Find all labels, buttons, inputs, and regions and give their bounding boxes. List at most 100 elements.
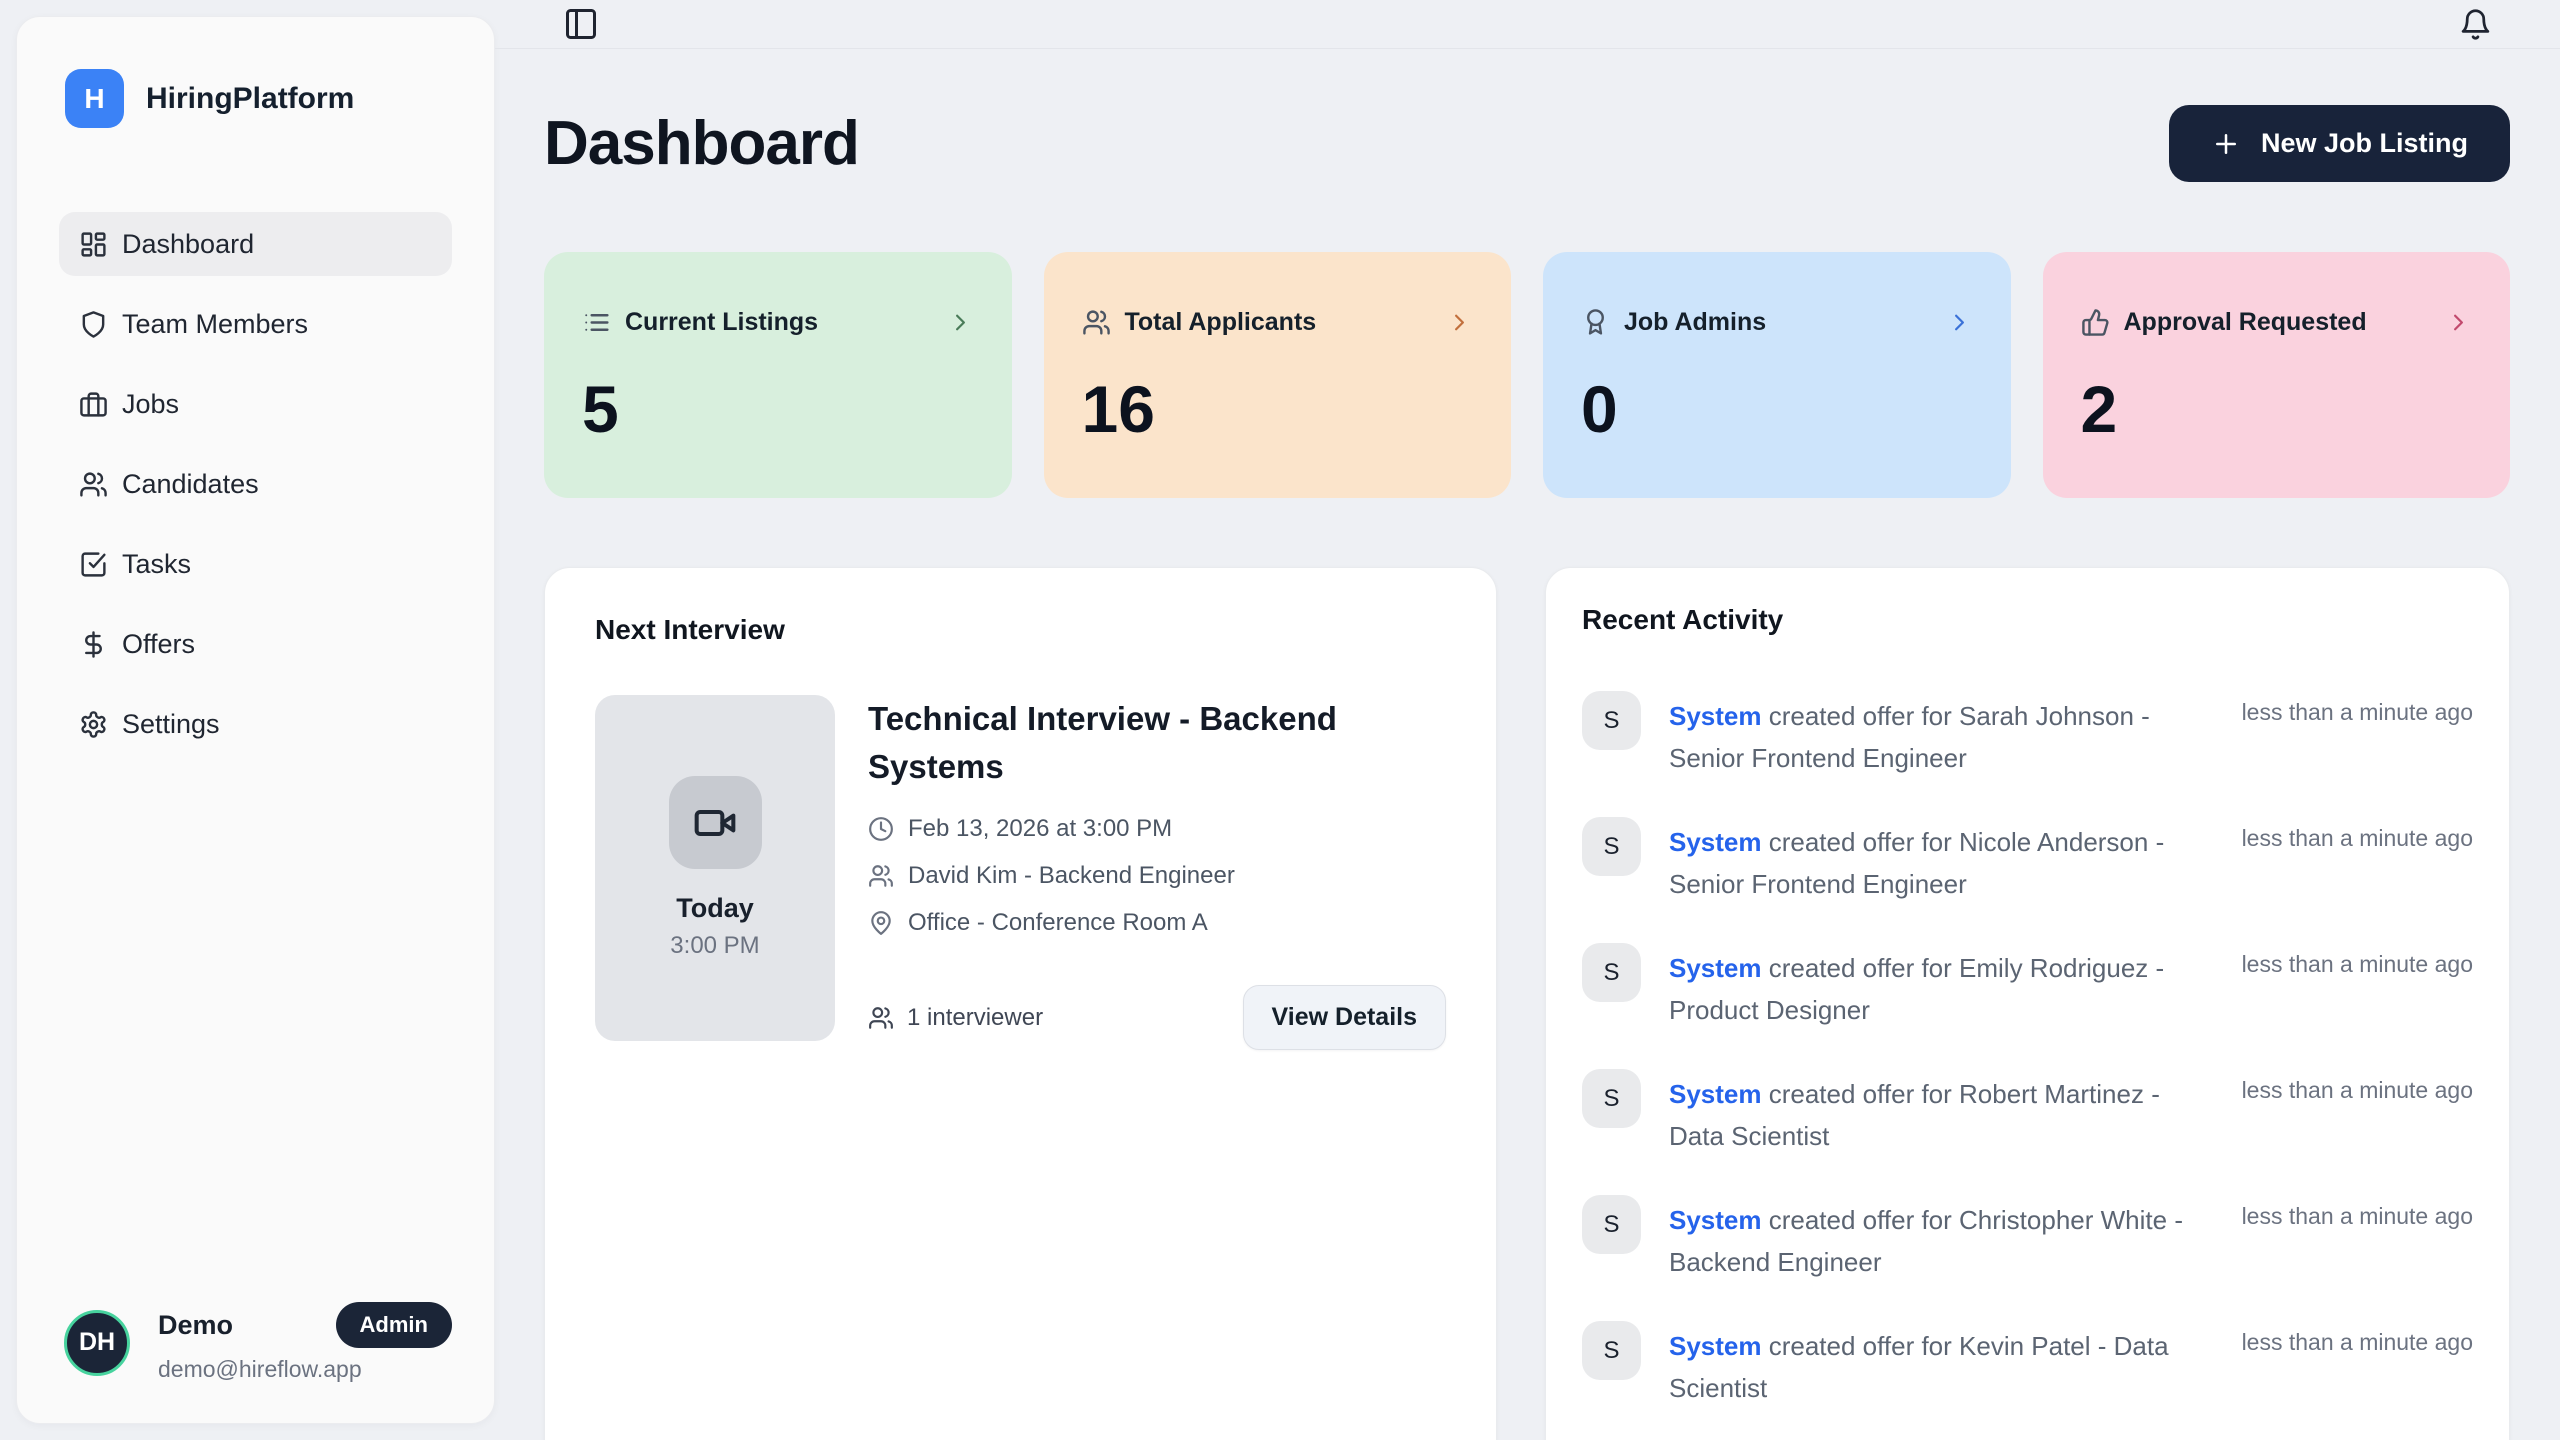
award-icon xyxy=(1581,308,1610,337)
sidebar-item-label: Settings xyxy=(122,709,220,740)
stat-value: 16 xyxy=(1082,371,1474,447)
app-logo: H xyxy=(65,69,124,128)
interview-title: Technical Interview - Backend Systems xyxy=(868,695,1446,791)
sidebar-item-offers[interactable]: Offers xyxy=(59,612,452,676)
app-logo-letter: H xyxy=(84,83,104,115)
sidebar-item-tasks[interactable]: Tasks xyxy=(59,532,452,596)
stat-label: Approval Requested xyxy=(2124,308,2367,337)
users-icon xyxy=(79,470,108,499)
sidebar-item-team-members[interactable]: Team Members xyxy=(59,292,452,356)
activity-item: S System created offer for Sarah Johnson… xyxy=(1582,691,2473,779)
sidebar-item-candidates[interactable]: Candidates xyxy=(59,452,452,516)
activity-actor[interactable]: System xyxy=(1669,1205,1762,1235)
sidebar: H HiringPlatform Dashboard Team Members … xyxy=(16,16,495,1424)
activity-item: S System created offer for Robert Martin… xyxy=(1582,1069,2473,1157)
activity-actor[interactable]: System xyxy=(1669,1331,1762,1361)
activity-actor[interactable]: System xyxy=(1669,953,1762,983)
recent-activity-title: Recent Activity xyxy=(1582,604,2473,636)
stat-card-job-admins[interactable]: Job Admins 0 xyxy=(1543,252,2011,498)
interviewer-count: 1 interviewer xyxy=(868,1004,1043,1032)
stat-card-current-listings[interactable]: Current Listings 5 xyxy=(544,252,1012,498)
sidebar-item-label: Team Members xyxy=(122,309,308,340)
users-icon xyxy=(868,1005,894,1031)
content: Dashboard New Job Listing Current Listin… xyxy=(495,49,2560,1440)
stat-value: 2 xyxy=(2081,371,2473,447)
panel-left-icon xyxy=(563,6,599,42)
interview-candidate-row: David Kim - Backend Engineer xyxy=(868,862,1446,890)
interview-datetime: Feb 13, 2026 at 3:00 PM xyxy=(908,815,1172,843)
activity-timestamp: less than a minute ago xyxy=(2242,1329,2473,1356)
main-area: Dashboard New Job Listing Current Listin… xyxy=(495,0,2560,1440)
next-interview-panel: Next Interview Today 3:00 PM Technical I… xyxy=(544,567,1497,1440)
activity-avatar: S xyxy=(1582,1195,1641,1254)
activity-actor[interactable]: System xyxy=(1669,701,1762,731)
sidebar-item-jobs[interactable]: Jobs xyxy=(59,372,452,436)
page-title: Dashboard xyxy=(544,108,859,179)
activity-avatar: S xyxy=(1582,1069,1641,1128)
activity-item: S System created offer for Nicole Anders… xyxy=(1582,817,2473,905)
activity-actor[interactable]: System xyxy=(1669,1079,1762,1109)
chevron-right-icon xyxy=(1446,309,1473,336)
role-badge: Admin xyxy=(336,1302,452,1348)
sidebar-item-label: Candidates xyxy=(122,469,259,500)
activity-avatar: S xyxy=(1582,691,1641,750)
chevron-right-icon xyxy=(2445,309,2472,336)
stat-label: Job Admins xyxy=(1624,308,1766,337)
briefcase-icon xyxy=(79,390,108,419)
interview-time: 3:00 PM xyxy=(670,932,759,960)
interview-datetime-row: Feb 13, 2026 at 3:00 PM xyxy=(868,815,1446,843)
activity-list: S System created offer for Sarah Johnson… xyxy=(1582,691,2473,1409)
sidebar-item-dashboard[interactable]: Dashboard xyxy=(59,212,452,276)
map-pin-icon xyxy=(868,910,894,936)
user-email: demo@hireflow.app xyxy=(158,1356,452,1383)
stat-card-total-applicants[interactable]: Total Applicants 16 xyxy=(1044,252,1512,498)
stats-row: Current Listings 5 Total Applicants 16 J… xyxy=(544,252,2510,498)
sidebar-item-label: Tasks xyxy=(122,549,191,580)
user-name: Demo xyxy=(158,1310,233,1341)
interview-details: Technical Interview - Backend Systems Fe… xyxy=(868,695,1446,1050)
lower-panels: Next Interview Today 3:00 PM Technical I… xyxy=(544,567,2510,1440)
sidebar-toggle-button[interactable] xyxy=(557,0,605,48)
activity-actor[interactable]: System xyxy=(1669,827,1762,857)
activity-timestamp: less than a minute ago xyxy=(2242,1077,2473,1104)
brand: H HiringPlatform xyxy=(65,69,452,128)
list-icon xyxy=(582,308,611,337)
shield-icon xyxy=(79,310,108,339)
interview-location: Office - Conference Room A xyxy=(908,909,1208,937)
interview-candidate: David Kim - Backend Engineer xyxy=(908,862,1235,890)
stat-label: Total Applicants xyxy=(1125,308,1317,337)
sidebar-item-label: Offers xyxy=(122,629,195,660)
plus-icon xyxy=(2211,129,2241,159)
app-name: HiringPlatform xyxy=(146,82,354,116)
thumbs-up-icon xyxy=(2081,308,2110,337)
chevron-right-icon xyxy=(947,309,974,336)
gear-icon xyxy=(79,710,108,739)
chevron-right-icon xyxy=(1946,309,1973,336)
interview-location-row: Office - Conference Room A xyxy=(868,909,1446,937)
recent-activity-panel: Recent Activity S System created offer f… xyxy=(1545,567,2510,1440)
notifications-button[interactable] xyxy=(2453,2,2498,47)
interview-date-tile: Today 3:00 PM xyxy=(595,695,835,1041)
sidebar-item-settings[interactable]: Settings xyxy=(59,692,452,756)
sidebar-nav: Dashboard Team Members Jobs Candidates T… xyxy=(59,212,452,756)
dollar-icon xyxy=(79,630,108,659)
video-icon xyxy=(669,776,762,869)
user-meta: Demo Admin demo@hireflow.app xyxy=(158,1302,452,1383)
sidebar-item-label: Jobs xyxy=(122,389,179,420)
users-icon xyxy=(868,863,894,889)
users-icon xyxy=(1082,308,1111,337)
activity-item: S System created offer for Christopher W… xyxy=(1582,1195,2473,1283)
sidebar-item-label: Dashboard xyxy=(122,229,254,260)
new-job-listing-button[interactable]: New Job Listing xyxy=(2169,105,2510,182)
stat-value: 0 xyxy=(1581,371,1973,447)
sidebar-user[interactable]: DH Demo Admin demo@hireflow.app xyxy=(59,1302,452,1383)
view-details-button[interactable]: View Details xyxy=(1243,985,1446,1050)
avatar: DH xyxy=(64,1310,130,1376)
stat-card-approval-requested[interactable]: Approval Requested 2 xyxy=(2043,252,2511,498)
stat-label: Current Listings xyxy=(625,308,818,337)
dashboard-grid-icon xyxy=(79,230,108,259)
new-job-listing-label: New Job Listing xyxy=(2261,128,2468,159)
activity-avatar: S xyxy=(1582,817,1641,876)
stat-value: 5 xyxy=(582,371,974,447)
activity-timestamp: less than a minute ago xyxy=(2242,951,2473,978)
